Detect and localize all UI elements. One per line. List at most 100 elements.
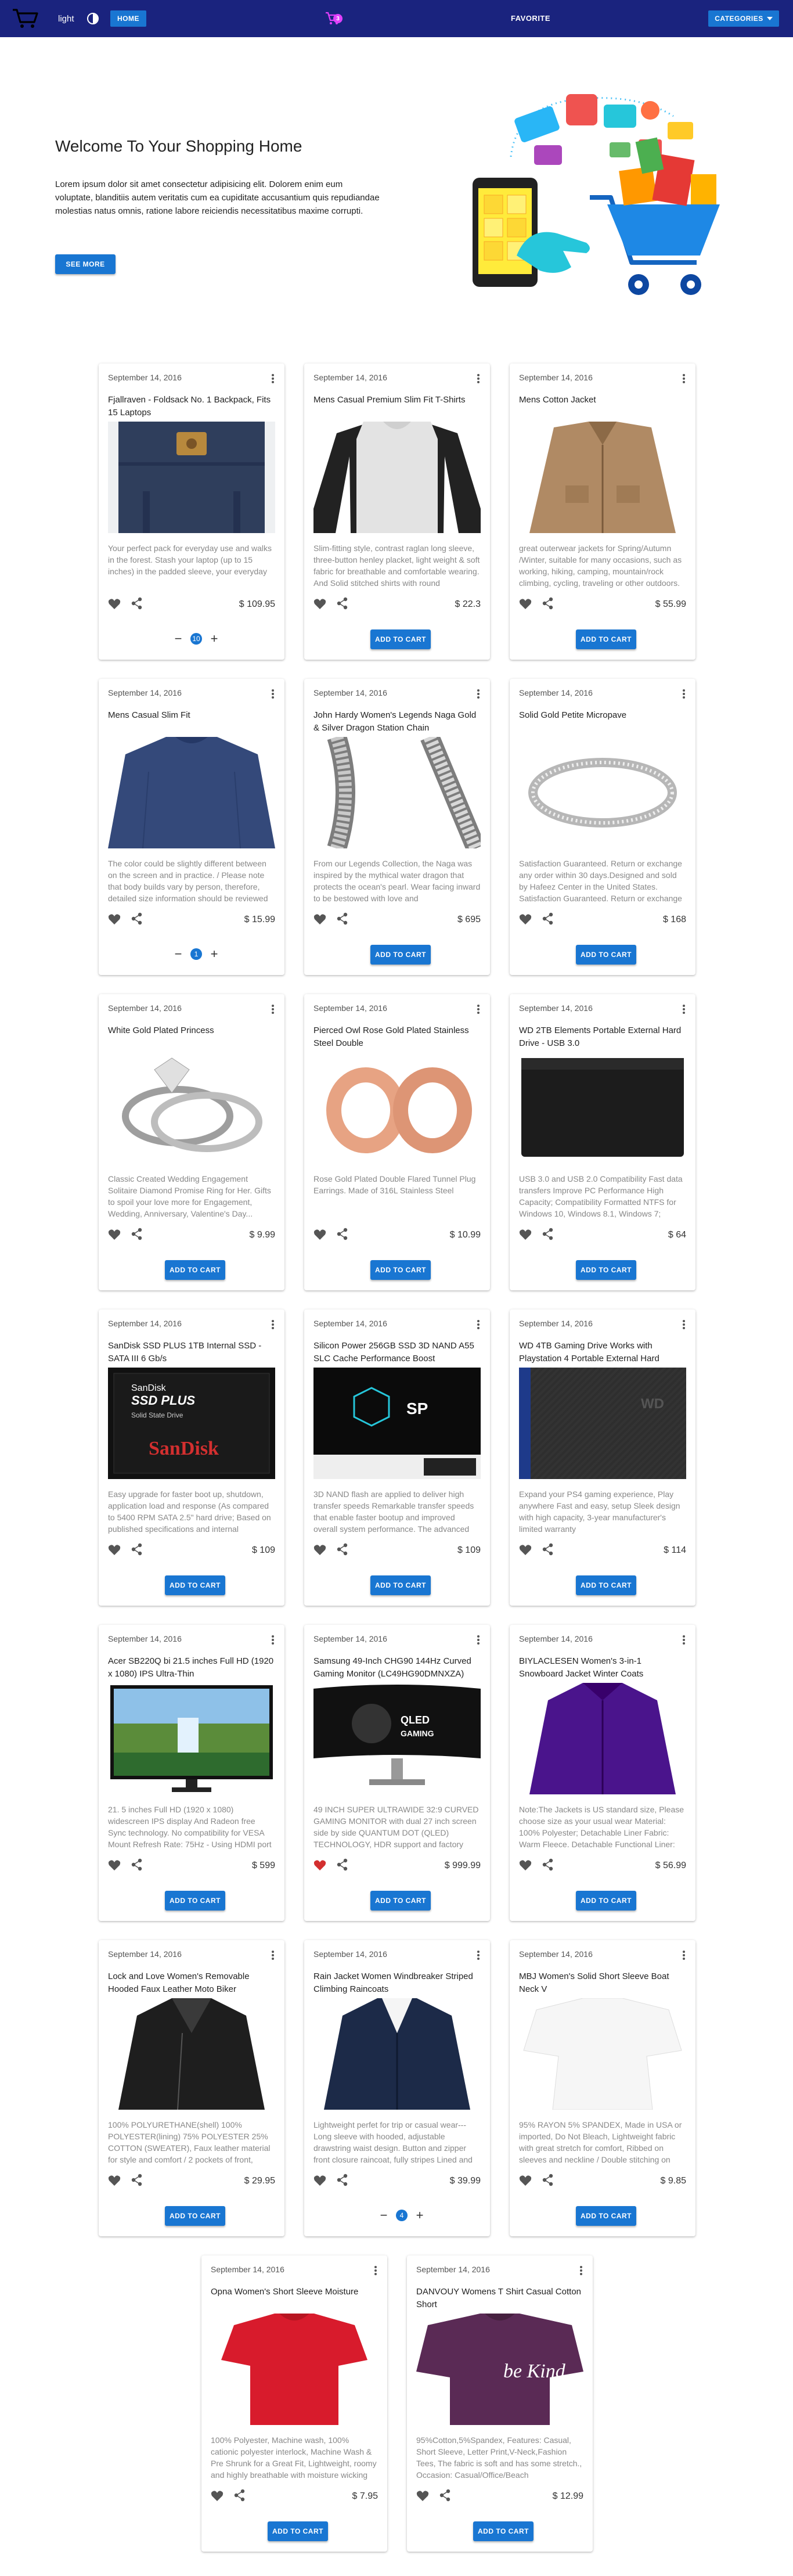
more-options-icon[interactable] — [683, 1951, 685, 1960]
more-options-icon[interactable] — [477, 1635, 480, 1645]
more-options-icon[interactable] — [683, 1005, 685, 1014]
share-icon[interactable] — [337, 912, 348, 925]
more-options-icon[interactable] — [272, 374, 274, 383]
favorite-heart-icon[interactable] — [313, 1859, 326, 1871]
favorite-heart-icon[interactable] — [313, 598, 326, 610]
add-to-cart-button[interactable]: ADD TO CART — [576, 1260, 636, 1280]
favorite-heart-icon[interactable] — [313, 1229, 326, 1240]
add-to-cart-button[interactable]: ADD TO CART — [370, 629, 431, 649]
favorite-heart-icon[interactable] — [519, 2175, 532, 2186]
product-title: Silicon Power 256GB SSD 3D NAND A55 SLC … — [313, 1341, 474, 1363]
share-icon[interactable] — [131, 1543, 143, 1556]
share-icon[interactable] — [131, 597, 143, 610]
add-to-cart-button[interactable]: ADD TO CART — [576, 629, 636, 649]
favorite-heart-icon[interactable] — [108, 1544, 121, 1556]
add-to-cart-button[interactable]: ADD TO CART — [370, 1260, 431, 1280]
shopping-illustration — [473, 94, 720, 295]
favorite-heart-icon[interactable] — [108, 2175, 121, 2186]
more-options-icon[interactable] — [683, 689, 685, 699]
share-icon[interactable] — [337, 597, 348, 610]
increase-quantity-button[interactable]: + — [414, 2209, 425, 2222]
add-to-cart-button[interactable]: ADD TO CART — [165, 2206, 225, 2226]
share-icon[interactable] — [337, 1543, 348, 1556]
more-options-icon[interactable] — [683, 374, 685, 383]
share-icon[interactable] — [542, 2174, 554, 2186]
more-options-icon[interactable] — [272, 1320, 274, 1329]
add-to-cart-button[interactable]: ADD TO CART — [370, 1891, 431, 1911]
share-icon[interactable] — [337, 1858, 348, 1871]
cart-logo-icon[interactable] — [12, 8, 39, 29]
favorite-link[interactable]: FAVORITE — [511, 14, 550, 23]
more-options-icon[interactable] — [477, 689, 480, 699]
home-button[interactable]: HOME — [110, 10, 146, 27]
increase-quantity-button[interactable]: + — [209, 948, 219, 960]
share-icon[interactable] — [542, 1858, 554, 1871]
favorite-heart-icon[interactable] — [519, 598, 532, 610]
share-icon[interactable] — [131, 912, 143, 925]
add-to-cart-button[interactable]: ADD TO CART — [165, 1575, 225, 1595]
share-icon[interactable] — [542, 1228, 554, 1240]
favorite-heart-icon[interactable] — [108, 598, 121, 610]
add-to-cart-button[interactable]: ADD TO CART — [576, 2206, 636, 2226]
product-price: $ 7.95 — [352, 2491, 378, 2501]
share-icon[interactable] — [337, 2174, 348, 2186]
favorite-heart-icon[interactable] — [416, 2490, 429, 2502]
share-icon[interactable] — [542, 1543, 554, 1556]
share-icon[interactable] — [337, 1228, 348, 1240]
share-icon[interactable] — [234, 2489, 246, 2502]
favorite-heart-icon[interactable] — [211, 2490, 224, 2502]
more-options-icon[interactable] — [683, 1320, 685, 1329]
add-to-cart-button[interactable]: ADD TO CART — [576, 1575, 636, 1595]
share-icon[interactable] — [439, 2489, 451, 2502]
favorite-heart-icon[interactable] — [313, 1544, 326, 1556]
product-card: September 14, 2016 Lock and Love Women's… — [99, 1940, 284, 2236]
decrease-quantity-button[interactable]: − — [379, 2209, 389, 2222]
share-icon[interactable] — [542, 597, 554, 610]
share-icon[interactable] — [131, 2174, 143, 2186]
more-options-icon[interactable] — [477, 1320, 480, 1329]
more-options-icon[interactable] — [477, 1951, 480, 1960]
add-to-cart-button[interactable]: ADD TO CART — [370, 1575, 431, 1595]
hero-text: Lorem ipsum dolor sit amet consectetur a… — [55, 179, 380, 216]
categories-button[interactable]: CATEGORIES — [708, 10, 779, 27]
favorite-heart-icon[interactable] — [108, 913, 121, 925]
increase-quantity-button[interactable]: + — [209, 632, 219, 645]
favorite-heart-icon[interactable] — [108, 1859, 121, 1871]
product-image: be Kind — [416, 2314, 583, 2425]
product-price: $ 114 — [664, 1545, 686, 1555]
see-more-button[interactable]: SEE MORE — [55, 254, 116, 274]
theme-toggle-icon[interactable] — [87, 13, 99, 24]
share-icon[interactable] — [131, 1858, 143, 1871]
favorite-heart-icon[interactable] — [519, 1544, 532, 1556]
add-to-cart-button[interactable]: ADD TO CART — [165, 1260, 225, 1280]
share-icon[interactable] — [542, 912, 554, 925]
product-card: September 14, 2016 White Gold Plated Pri… — [99, 994, 284, 1290]
product-price: $ 39.99 — [449, 2176, 481, 2186]
more-options-icon[interactable] — [683, 1635, 685, 1645]
favorite-heart-icon[interactable] — [519, 1859, 532, 1871]
more-options-icon[interactable] — [374, 2266, 377, 2275]
decrease-quantity-button[interactable]: − — [173, 948, 183, 960]
favorite-heart-icon[interactable] — [519, 1229, 532, 1240]
more-options-icon[interactable] — [580, 2266, 582, 2275]
decrease-quantity-button[interactable]: − — [173, 632, 183, 645]
product-description: Lightweight perfet for trip or casual we… — [313, 2120, 473, 2164]
favorite-heart-icon[interactable] — [313, 2175, 326, 2186]
add-to-cart-button[interactable]: ADD TO CART — [473, 2521, 534, 2541]
favorite-heart-icon[interactable] — [108, 1229, 121, 1240]
product-image — [313, 737, 481, 848]
favorite-heart-icon[interactable] — [519, 913, 532, 925]
favorite-heart-icon[interactable] — [313, 913, 326, 925]
share-icon[interactable] — [131, 1228, 143, 1240]
more-options-icon[interactable] — [477, 1005, 480, 1014]
more-options-icon[interactable] — [477, 374, 480, 383]
add-to-cart-button[interactable]: ADD TO CART — [268, 2521, 328, 2541]
add-to-cart-button[interactable]: ADD TO CART — [370, 945, 431, 965]
add-to-cart-button[interactable]: ADD TO CART — [576, 1891, 636, 1911]
add-to-cart-button[interactable]: ADD TO CART — [576, 945, 636, 965]
more-options-icon[interactable] — [272, 1951, 274, 1960]
add-to-cart-button[interactable]: ADD TO CART — [165, 1891, 225, 1911]
more-options-icon[interactable] — [272, 1005, 274, 1014]
more-options-icon[interactable] — [272, 689, 274, 699]
more-options-icon[interactable] — [272, 1635, 274, 1645]
